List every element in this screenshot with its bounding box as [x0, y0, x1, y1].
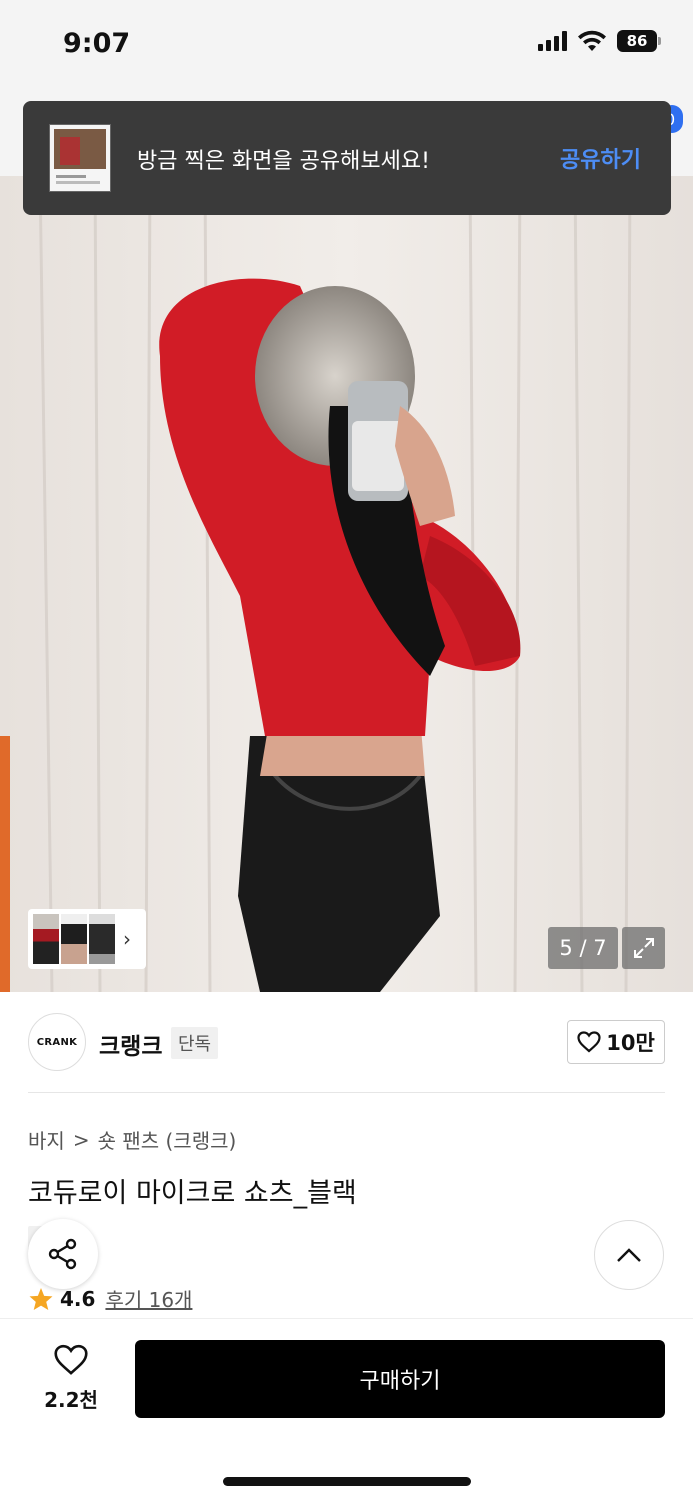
- buy-button[interactable]: 구매하기: [135, 1340, 665, 1418]
- home-indicator: [223, 1477, 471, 1486]
- review-link[interactable]: 후기 16개: [105, 1284, 192, 1313]
- divider: [28, 1092, 665, 1093]
- rating-summary: 4.6 후기 16개: [28, 1284, 192, 1313]
- product-photo[interactable]: [0, 176, 693, 992]
- image-counter: 5 / 7: [548, 927, 618, 969]
- brand-like-button[interactable]: 10만: [567, 1020, 665, 1064]
- breadcrumb-separator: >: [72, 1127, 90, 1152]
- wishlist-count: 2.2천: [44, 1388, 98, 1412]
- battery-indicator: 86: [617, 30, 661, 52]
- star-icon: [29, 1287, 53, 1310]
- share-button[interactable]: [28, 1219, 98, 1289]
- brand-logo[interactable]: CRANK: [28, 1013, 86, 1071]
- scroll-top-button[interactable]: [594, 1220, 664, 1290]
- status-icons: 86: [538, 30, 661, 52]
- breadcrumb-subcategory[interactable]: 숏 팬츠 (크랭크): [98, 1125, 237, 1154]
- share-toast: 방금 찍은 화면을 공유해보세요! 공유하기: [23, 101, 671, 215]
- share-action-button[interactable]: 공유하기: [560, 142, 641, 174]
- chevron-right-icon: ›: [123, 927, 131, 951]
- screenshot-thumbnail[interactable]: [49, 124, 111, 192]
- wifi-icon: [578, 30, 606, 51]
- heart-icon: [577, 1031, 601, 1053]
- brand-name[interactable]: 크랭크: [99, 1027, 162, 1061]
- status-time: 9:07: [63, 28, 131, 59]
- signal-icon: [538, 31, 567, 51]
- breadcrumb: 바지 > 숏 팬츠 (크랭크): [28, 1125, 236, 1154]
- chevron-up-icon: [617, 1248, 641, 1262]
- gallery-thumbnail[interactable]: [33, 914, 59, 964]
- heart-icon: [54, 1344, 88, 1375]
- breadcrumb-category[interactable]: 바지: [28, 1125, 65, 1154]
- gallery-thumbnail[interactable]: [89, 914, 115, 964]
- brand-like-count: 10만: [606, 1031, 655, 1055]
- gallery-thumbnail-strip[interactable]: ›: [28, 909, 146, 969]
- exclusive-badge: 단독: [171, 1027, 219, 1059]
- rating-value: 4.6: [60, 1286, 96, 1311]
- gallery-thumbnail[interactable]: [61, 914, 87, 964]
- product-title: 코듀로이 마이크로 쇼츠_블랙: [28, 1178, 357, 1209]
- share-icon: [48, 1238, 77, 1270]
- wishlist-button[interactable]: 2.2천: [28, 1344, 114, 1413]
- toast-message: 방금 찍은 화면을 공유해보세요!: [137, 149, 430, 174]
- product-photo-image: [0, 176, 693, 992]
- expand-icon[interactable]: [622, 927, 665, 969]
